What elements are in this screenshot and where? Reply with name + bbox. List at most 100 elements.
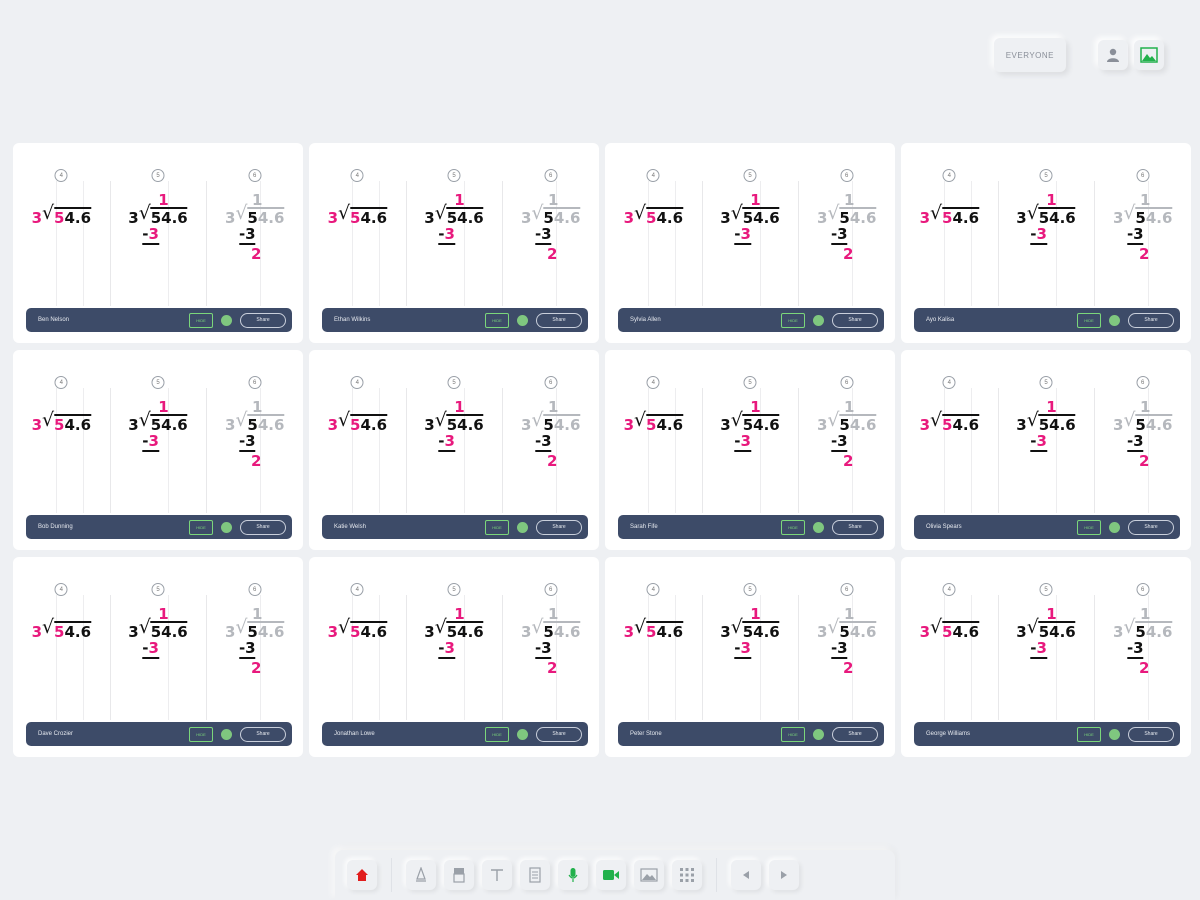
share-button[interactable]: Share [536,312,582,328]
student-card[interactable]: 4 354.6 5 1 354.6 -3 6 1 [605,143,895,343]
hide-button[interactable]: HIDE [485,312,509,328]
step-icon[interactable]: 6 [248,583,262,596]
pen-button[interactable] [406,860,436,890]
image-button[interactable] [634,860,664,890]
step-icon[interactable]: 5 [1039,583,1053,596]
step-icon[interactable]: 4 [350,376,364,389]
share-button[interactable]: Share [832,312,878,328]
user-view-button[interactable] [1098,40,1128,70]
division-step-1: 354.6 [920,411,980,434]
step-icon[interactable]: 6 [1136,376,1150,389]
step-icon[interactable]: 4 [942,169,956,182]
hide-button[interactable]: HIDE [485,519,509,535]
share-button[interactable]: Share [1128,519,1174,535]
student-card[interactable]: 4 354.6 5 1 354.6 -3 6 1 [309,143,599,343]
step-icon[interactable]: 6 [544,583,558,596]
share-button[interactable]: Share [832,726,878,742]
step-icon[interactable]: 4 [646,583,660,596]
hide-button[interactable]: HIDE [1077,726,1101,742]
hide-button[interactable]: HIDE [1077,312,1101,328]
student-card[interactable]: 4 354.6 5 1 354.6 -3 6 1 [605,350,895,550]
next-button[interactable] [769,860,799,890]
step-icon[interactable]: 6 [544,169,558,182]
video-button[interactable] [596,860,626,890]
hide-button[interactable]: HIDE [781,312,805,328]
step-column: 4 354.6 [605,575,702,720]
video-icon [603,870,619,880]
hide-button[interactable]: HIDE [1077,519,1101,535]
division-step-1: 354.6 [624,204,684,227]
student-card[interactable]: 4 354.6 5 1 354.6 -3 6 1 [901,557,1191,757]
card-footer: Katie Welsh HIDE Share [322,515,588,539]
prev-button[interactable] [731,860,761,890]
everyone-button[interactable]: EVERYONE [993,38,1066,72]
card-footer: Bob Dunning HIDE Share [26,515,292,539]
step-icon[interactable]: 6 [248,376,262,389]
step-icon[interactable]: 4 [942,583,956,596]
step-icon[interactable]: 4 [942,376,956,389]
step-icon[interactable]: 5 [151,169,165,182]
step-icon[interactable]: 6 [544,376,558,389]
step-icon[interactable]: 6 [840,376,854,389]
card-footer: Sylvia Allen HIDE Share [618,308,884,332]
share-button[interactable]: Share [240,726,286,742]
image-icon [640,868,658,882]
step-icon[interactable]: 4 [646,169,660,182]
student-card[interactable]: 4 354.6 5 1 354.6 -3 6 1 [13,557,303,757]
division-step-3: 1 354.6 -3 2 [1113,398,1173,470]
student-card[interactable]: 4 354.6 5 1 354.6 -3 6 1 [309,350,599,550]
step-icon[interactable]: 5 [447,169,461,182]
hide-button[interactable]: HIDE [781,519,805,535]
page-button[interactable] [520,860,550,890]
step-icon[interactable]: 5 [151,583,165,596]
student-card[interactable]: 4 354.6 5 1 354.6 -3 6 1 [13,143,303,343]
step-icon[interactable]: 5 [743,169,757,182]
step-icon[interactable]: 5 [743,376,757,389]
step-icon[interactable]: 5 [447,583,461,596]
step-icon[interactable]: 4 [646,376,660,389]
image-view-button[interactable] [1134,40,1164,70]
step-column: 6 1 354.6 -3 2 [1094,161,1191,306]
share-button[interactable]: Share [536,726,582,742]
card-footer: Ayo Kalisa HIDE Share [914,308,1180,332]
home-button[interactable] [347,860,377,890]
hide-button[interactable]: HIDE [781,726,805,742]
step-icon[interactable]: 5 [1039,376,1053,389]
step-icon[interactable]: 4 [350,583,364,596]
share-button[interactable]: Share [832,519,878,535]
share-button[interactable]: Share [240,519,286,535]
share-button[interactable]: Share [240,312,286,328]
step-icon[interactable]: 5 [743,583,757,596]
division-step-2: 1 354.6 -3 [720,605,780,659]
student-card[interactable]: 4 354.6 5 1 354.6 -3 6 1 [605,557,895,757]
student-card[interactable]: 4 354.6 5 1 354.6 -3 6 1 [13,350,303,550]
student-card[interactable]: 4 354.6 5 1 354.6 -3 6 1 [901,143,1191,343]
share-button[interactable]: Share [536,519,582,535]
step-icon[interactable]: 5 [447,376,461,389]
share-button[interactable]: Share [1128,312,1174,328]
student-card[interactable]: 4 354.6 5 1 354.6 -3 6 1 [309,557,599,757]
hide-button[interactable]: HIDE [485,726,509,742]
step-icon[interactable]: 6 [1136,169,1150,182]
step-icon[interactable]: 6 [840,169,854,182]
step-icon[interactable]: 4 [54,583,68,596]
hide-button[interactable]: HIDE [189,519,213,535]
step-icon[interactable]: 6 [840,583,854,596]
microphone-button[interactable] [558,860,588,890]
text-button[interactable] [482,860,512,890]
hide-button[interactable]: HIDE [189,726,213,742]
eraser-button[interactable] [444,860,474,890]
step-icon[interactable]: 5 [151,376,165,389]
step-icon[interactable]: 5 [1039,169,1053,182]
step-column: 5 1 354.6 -3 [109,575,207,720]
step-icon[interactable]: 6 [1136,583,1150,596]
step-icon[interactable]: 4 [54,376,68,389]
top-controls: EVERYONE [993,38,1164,72]
step-icon[interactable]: 4 [54,169,68,182]
student-card[interactable]: 4 354.6 5 1 354.6 -3 6 1 [901,350,1191,550]
step-icon[interactable]: 6 [248,169,262,182]
step-icon[interactable]: 4 [350,169,364,182]
share-button[interactable]: Share [1128,726,1174,742]
grid-button[interactable] [672,860,702,890]
hide-button[interactable]: HIDE [189,312,213,328]
